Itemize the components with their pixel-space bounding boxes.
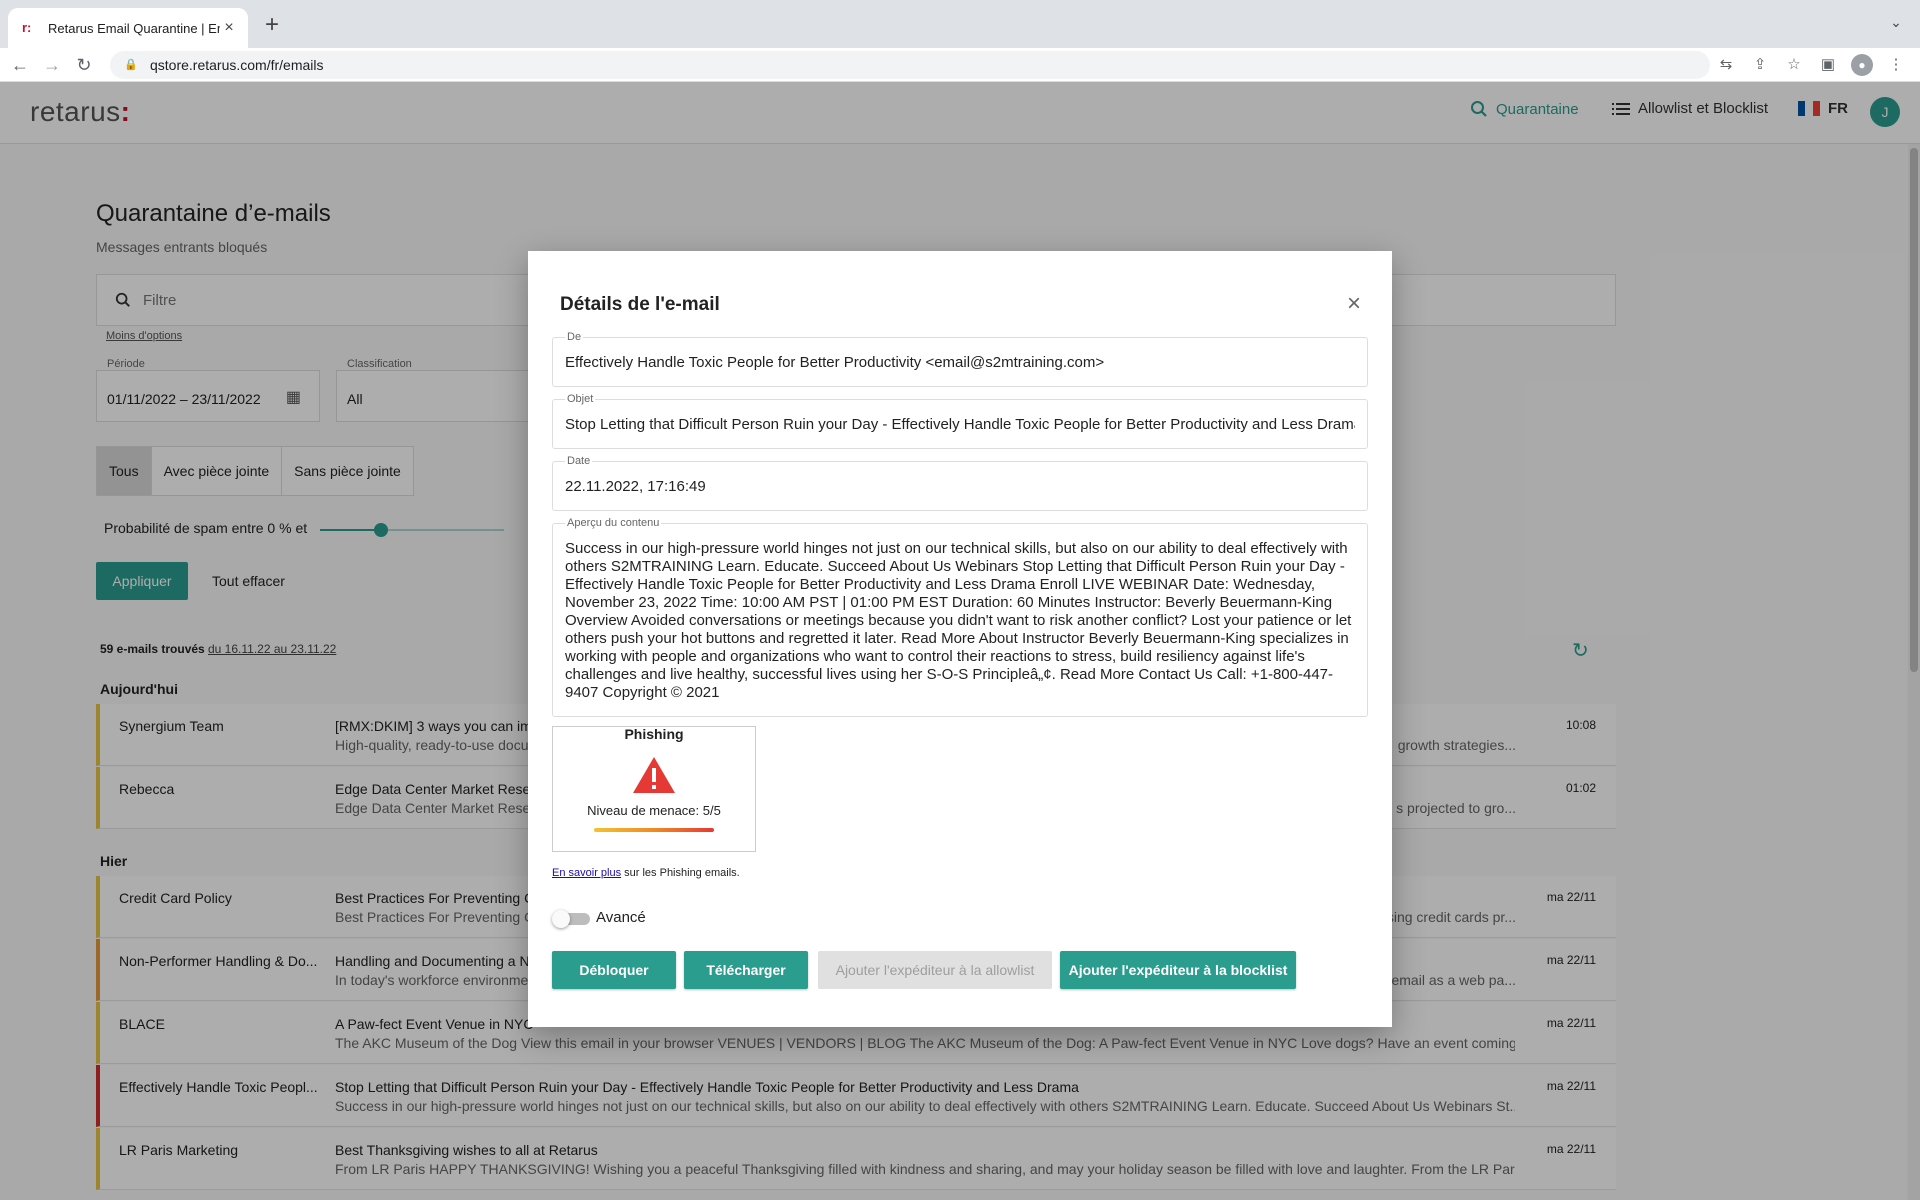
retarus-favicon-icon: r:	[22, 20, 32, 35]
subject-value: Stop Letting that Difficult Person Ruin …	[565, 416, 1355, 433]
tab-search-chevron-icon[interactable]: ⌄	[1886, 14, 1906, 34]
address-bar[interactable]: 🔒 qstore.retarus.com/fr/emails	[110, 51, 1710, 79]
browser-tab[interactable]: r: Retarus Email Quarantine | Email ×	[8, 8, 248, 48]
add-to-blocklist-button[interactable]: Ajouter l'expéditeur à la blocklist	[1060, 951, 1296, 989]
learn-more-link[interactable]: En savoir plus	[552, 867, 621, 879]
date-label: Date	[565, 454, 593, 468]
advanced-toggle[interactable]	[552, 910, 590, 928]
browser-menu-icon[interactable]: ⋮	[1884, 53, 1908, 77]
lock-icon[interactable]: 🔒	[124, 58, 138, 72]
email-details-dialog: Détails de l'e-mail × De Effectively Han…	[528, 251, 1392, 1027]
browser-tabbar: r: Retarus Email Quarantine | Email × + …	[0, 0, 1920, 48]
browser-actions: ⇆ ⇪ ☆ ▣ ● ⋮	[1714, 53, 1908, 77]
close-icon[interactable]: ×	[1342, 292, 1366, 317]
profile-icon[interactable]: ●	[1850, 53, 1874, 77]
subject-label: Objet	[565, 392, 596, 406]
from-label: De	[565, 330, 584, 344]
learn-more-text: En savoir plus sur les Phishing emails.	[552, 867, 740, 879]
content-preview-field[interactable]: Aperçu du contenu Success in our high-pr…	[552, 516, 1368, 717]
warning-triangle-icon	[633, 757, 675, 793]
close-tab-icon[interactable]: ×	[220, 19, 238, 37]
url-text: qstore.retarus.com/fr/emails	[150, 57, 324, 73]
add-to-allowlist-button[interactable]: Ajouter l'expéditeur à la allowlist	[818, 951, 1052, 989]
threat-level-bar	[594, 828, 714, 832]
advanced-toggle-knob	[552, 910, 570, 928]
threat-level-label: Niveau de menace: 5/5	[587, 803, 721, 818]
advanced-label: Avancé	[596, 909, 646, 926]
share-icon[interactable]: ⇪	[1748, 53, 1772, 77]
translate-icon[interactable]: ⇆	[1714, 53, 1738, 77]
from-value: Effectively Handle Toxic People for Bett…	[565, 354, 1105, 371]
forward-arrow-icon[interactable]: →	[40, 53, 64, 77]
unblock-button[interactable]: Débloquer	[552, 951, 676, 989]
bookmark-star-icon[interactable]: ☆	[1782, 53, 1806, 77]
new-tab-icon[interactable]: +	[258, 12, 286, 40]
learn-more-rest: sur les Phishing emails.	[621, 867, 740, 879]
threat-title: Phishing	[624, 726, 684, 742]
dialog-title: Détails de l'e-mail	[560, 294, 720, 315]
tab-title: Retarus Email Quarantine | Email	[48, 20, 220, 36]
content-preview-label: Aperçu du contenu	[565, 516, 662, 530]
back-arrow-icon[interactable]: ←	[8, 53, 32, 77]
subject-field[interactable]: Objet Stop Letting that Difficult Person…	[552, 392, 1368, 449]
content-preview-text: Success in our high-pressure world hinge…	[565, 540, 1352, 701]
from-field[interactable]: De Effectively Handle Toxic People for B…	[552, 330, 1368, 387]
reload-icon[interactable]: ↻	[72, 53, 96, 77]
date-field[interactable]: Date 22.11.2022, 17:16:49	[552, 454, 1368, 511]
threat-card: Phishing Niveau de menace: 5/5	[552, 726, 756, 852]
date-value: 22.11.2022, 17:16:49	[565, 478, 706, 495]
browser-toolbar: ← → ↻ 🔒 qstore.retarus.com/fr/emails ⇆ ⇪…	[0, 48, 1920, 82]
side-panel-icon[interactable]: ▣	[1816, 53, 1840, 77]
threat-level-bar-fill	[594, 828, 714, 832]
download-button[interactable]: Télécharger	[684, 951, 808, 989]
